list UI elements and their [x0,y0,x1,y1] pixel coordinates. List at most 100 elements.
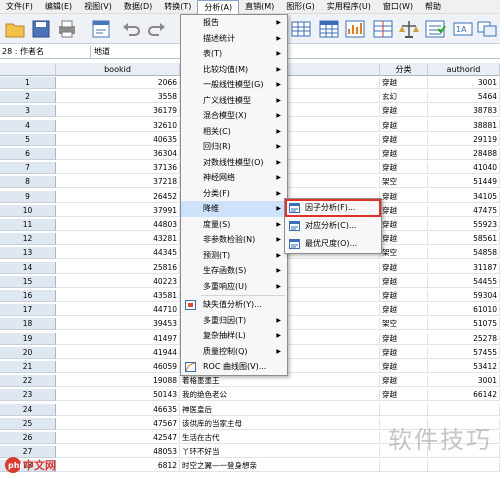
analyze-menu-item-12[interactable]: 降维 ▶ [181,201,287,217]
analyze-menu-item-15[interactable]: 预测(T) ▶ [181,248,287,264]
cell-category[interactable]: 穿越 [380,148,428,160]
cell-bookid[interactable]: 40223 [56,275,180,288]
cell-bookid[interactable]: 50143 [56,389,180,402]
variables-icon[interactable] [290,18,312,40]
cell-category[interactable]: 穿越 [380,133,428,146]
row-number[interactable]: 21 [0,361,56,373]
submenu-item-1[interactable]: 对应分析(C)... [285,217,381,235]
value-labels-icon[interactable]: 1A [452,18,474,40]
row-number[interactable]: 23 [0,389,56,402]
cell-bookid[interactable]: 43581 [56,290,180,302]
analyze-menu-item-0[interactable]: 报告 ▶ [181,15,287,31]
cell-bookid[interactable]: 19088 [56,375,180,388]
row-number[interactable]: 16 [0,290,56,302]
row-number[interactable]: 25 [0,417,56,430]
cell-bookid[interactable]: 44710 [56,304,180,317]
analyze-menu-item-8[interactable]: 回归(R) ▶ [181,139,287,155]
analyze-menu-item-17[interactable]: 多重响应(U) ▶ [181,279,287,295]
analyze-menu-item-6[interactable]: 混合模型(X) ▶ [181,108,287,124]
row-number[interactable]: 4 [0,119,56,132]
cell-bookid[interactable]: 2066 [56,77,180,89]
menu-3[interactable]: 数据(D) [118,0,158,14]
cell-bookid[interactable]: 46059 [56,361,180,373]
cell-category[interactable]: 穿越 [380,304,428,317]
analyze-menu-item-10[interactable]: 神经网络 ▶ [181,170,287,186]
row-number[interactable]: 9 [0,190,56,203]
submenu-item-0[interactable]: 因子分析(F)... [285,199,381,217]
analyze-menu-item-19[interactable]: 多重归因(T) ▶ [181,313,287,329]
analyze-menu-item-18[interactable]: 缺失值分析(Y)... [181,297,287,313]
cell-category[interactable]: 穿越 [380,332,428,345]
cell-category[interactable]: 架空 [380,176,428,189]
cell-authorid[interactable]: 5464 [428,91,500,104]
cell-bookid[interactable]: 37136 [56,162,180,175]
cell-title[interactable]: 我的绝色老公 [180,389,380,402]
cell-authorid[interactable]: 31187 [428,261,500,274]
menu-2[interactable]: 视图(V) [78,0,118,14]
row-number[interactable]: 15 [0,275,56,288]
row-number[interactable]: 17 [0,304,56,317]
weight-cases-icon[interactable] [398,18,420,40]
row-number[interactable]: 7 [0,162,56,175]
column-header-category[interactable]: 分类 [380,63,428,76]
row-number[interactable]: 22 [0,375,56,388]
cell-bookid[interactable]: 46635 [56,403,180,416]
analyze-menu-item-21[interactable]: 质量控制(Q) ▶ [181,344,287,360]
cell-bookid[interactable]: 37991 [56,204,180,217]
cell-category[interactable]: 玄幻 [380,91,428,104]
row-number[interactable]: 10 [0,204,56,217]
cell-authorid[interactable] [428,460,500,473]
analyze-menu-item-14[interactable]: 非参数检验(N) ▶ [181,232,287,248]
cell-authorid[interactable] [428,403,500,416]
cell-category[interactable]: 穿越 [380,361,428,373]
cell-authorid[interactable]: 3001 [428,375,500,388]
analyze-menu-item-4[interactable]: 一般线性模型(G) ▶ [181,77,287,93]
analyze-menu-item-16[interactable]: 生存函数(S) ▶ [181,263,287,279]
cell-title[interactable]: 神医皇后 [180,403,380,416]
analyze-menu-item-11[interactable]: 分类(F) ▶ [181,186,287,202]
cell-authorid[interactable]: 34105 [428,190,500,203]
cell-authorid[interactable]: 47475 [428,204,500,217]
cell-category[interactable]: 穿越 [380,219,428,231]
cell-authorid[interactable]: 54455 [428,275,500,288]
cell-category[interactable]: 穿越 [380,290,428,302]
cell-category[interactable]: 穿越 [380,375,428,388]
cell-category[interactable]: 穿越 [380,261,428,274]
undo-icon[interactable] [120,18,142,40]
row-number[interactable]: 20 [0,346,56,359]
menu-9[interactable]: 窗口(W) [377,0,419,14]
cell-title[interactable]: 该供库的当家主母 [180,417,380,430]
dialog-recall-icon[interactable] [90,18,112,40]
cell-title[interactable]: 丫环不好当 [180,446,380,459]
cell-authorid[interactable]: 29119 [428,133,500,146]
row-number[interactable]: 13 [0,247,56,260]
cell-bookid[interactable]: 6812 [56,460,180,473]
redo-icon[interactable] [146,18,168,40]
cell-category[interactable]: 穿越 [380,346,428,359]
analyze-menu-item-7[interactable]: 相关(C) ▶ [181,124,287,140]
column-header-authorid[interactable]: authorid [428,63,500,76]
analyze-menu-item-3[interactable]: 比较均值(M) ▶ [181,62,287,78]
cell-title[interactable]: 生活在古代 [180,432,380,444]
menu-8[interactable]: 实用程序(U) [321,0,377,14]
cell-bookid[interactable]: 39453 [56,318,180,331]
row-number[interactable]: 24 [0,403,56,416]
menu-5[interactable]: 分析(A) [197,0,240,14]
cell-authorid[interactable]: 3001 [428,77,500,89]
analyze-menu-item-1[interactable]: 描述统计 ▶ [181,31,287,47]
open-folder-icon[interactable] [4,18,26,40]
analyze-menu-item-5[interactable]: 广义线性模型 ▶ [181,93,287,109]
menu-7[interactable]: 图形(G) [280,0,320,14]
cell-bookid[interactable]: 48053 [56,446,180,459]
row-number[interactable]: 12 [0,233,56,246]
cell-bookid[interactable]: 37218 [56,176,180,189]
cell-bookid[interactable]: 36304 [56,148,180,160]
analyze-menu-item-9[interactable]: 对数线性模型(O) ▶ [181,155,287,171]
cell-authorid[interactable]: 53412 [428,361,500,373]
row-number[interactable]: 5 [0,133,56,146]
analyze-menu-item-22[interactable]: ROC 曲线图(V)... [181,359,287,375]
cell-category[interactable]: 架空 [380,247,428,260]
cell-category[interactable]: 穿越 [380,204,428,217]
menu-6[interactable]: 直销(M) [239,0,280,14]
cell-bookid[interactable]: 26452 [56,190,180,203]
